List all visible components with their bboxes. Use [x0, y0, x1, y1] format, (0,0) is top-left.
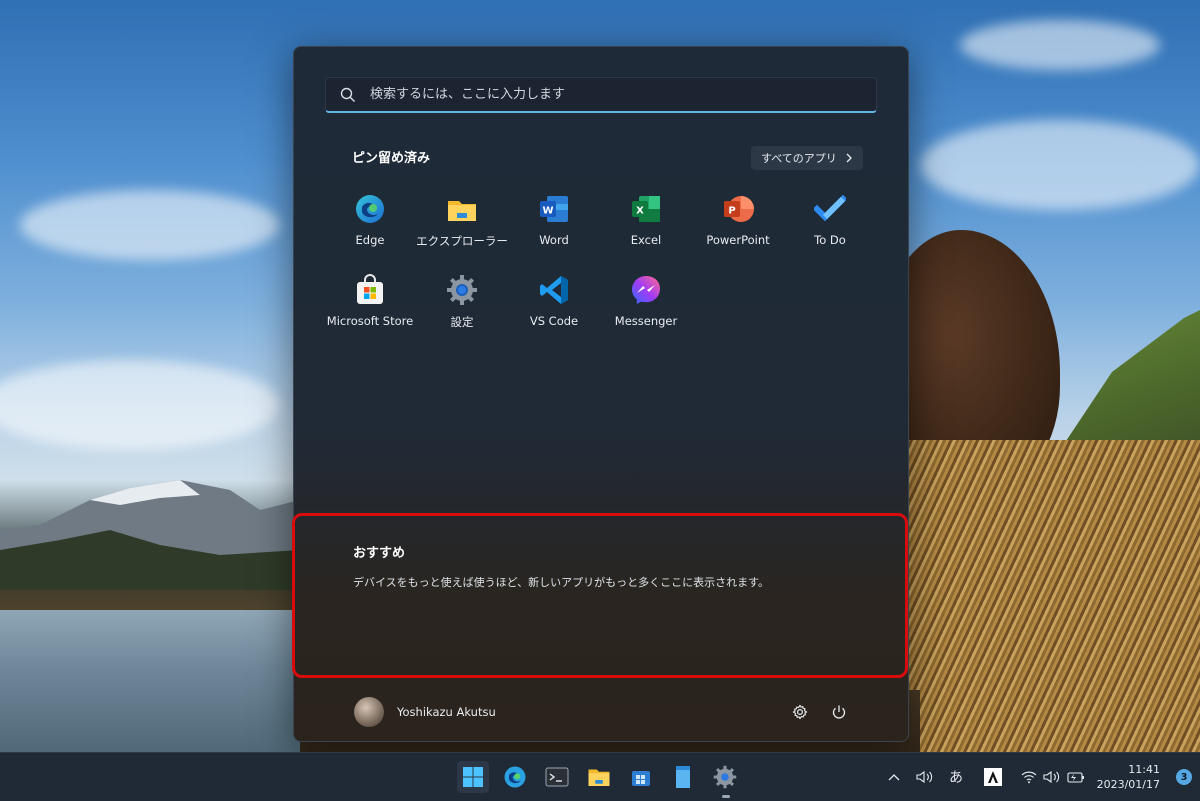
start-menu-footer: Yoshikazu Akutsu	[294, 687, 908, 741]
edge-icon	[504, 766, 526, 788]
svg-text:W: W	[542, 206, 553, 217]
lake	[0, 610, 300, 760]
terminal-icon	[545, 767, 569, 787]
tray-speaker[interactable]	[1043, 753, 1061, 801]
app-label: Word	[539, 233, 569, 247]
app-label: Messenger	[614, 314, 678, 328]
taskbar-notepad[interactable]	[667, 761, 699, 793]
chevron-right-icon	[846, 153, 852, 163]
powerpoint-icon: P	[722, 193, 754, 225]
app-label: Edge	[355, 233, 385, 247]
pinned-app-edge[interactable]: Edge	[324, 187, 416, 257]
svg-text:P: P	[728, 206, 735, 217]
taskbar-store[interactable]	[625, 761, 657, 793]
settings-icon	[446, 274, 478, 306]
word-icon: W	[538, 193, 570, 225]
pinned-app-powerpoint[interactable]: P PowerPoint	[692, 187, 784, 257]
wifi-icon	[1021, 771, 1037, 784]
app-label: To Do	[814, 233, 846, 247]
all-apps-button[interactable]: すべてのアプリ	[751, 146, 863, 170]
mountains	[0, 480, 300, 590]
todo-icon	[814, 193, 846, 225]
tray-network-button[interactable]	[1021, 753, 1037, 801]
settings-icon	[713, 765, 737, 789]
gear-icon	[792, 704, 808, 720]
tray-battery[interactable]	[1066, 753, 1086, 801]
speaker-icon	[916, 770, 933, 784]
pinned-app-file-explorer[interactable]: エクスプローラー	[416, 187, 508, 257]
recommended-empty-text: デバイスをもっと使えば使うほど、新しいアプリがもっと多くここに表示されます。	[353, 576, 770, 589]
recommended-title: おすすめ	[353, 546, 406, 561]
speaker-icon	[1043, 770, 1060, 784]
grass	[900, 440, 1200, 760]
taskbar: あ 11:41 2023/01/17 3	[0, 752, 1200, 801]
user-name[interactable]: Yoshikazu Akutsu	[397, 705, 496, 719]
power-button[interactable]	[828, 701, 850, 723]
pinned-app-todo[interactable]: To Do	[784, 187, 876, 257]
cloud	[920, 120, 1200, 210]
pinned-app-microsoft-store[interactable]: Microsoft Store	[324, 268, 416, 338]
search-box[interactable]	[325, 77, 877, 113]
recommended-section: おすすめ デバイスをもっと使えば使うほど、新しいアプリがもっと多くここに表示され…	[292, 513, 908, 678]
clock-date: 2023/01/17	[1096, 778, 1160, 791]
cloud	[20, 190, 280, 260]
pinned-app-messenger[interactable]: Messenger	[600, 268, 692, 338]
search-icon	[340, 87, 355, 102]
taskbar-clock[interactable]: 11:41 2023/01/17	[1097, 762, 1160, 792]
app-label: PowerPoint	[706, 233, 770, 247]
clock-time: 11:41	[1128, 763, 1160, 776]
pinned-app-word[interactable]: W Word	[508, 187, 600, 257]
power-icon	[832, 705, 846, 719]
search-input[interactable]	[368, 86, 876, 103]
all-apps-label: すべてのアプリ	[761, 152, 837, 165]
taskbar-start-button[interactable]	[457, 761, 489, 793]
vscode-icon	[538, 274, 570, 306]
app-label: Excel	[630, 233, 662, 247]
app-label: Microsoft Store	[326, 314, 414, 328]
cloud	[0, 360, 280, 450]
app-label: VS Code	[529, 314, 579, 328]
file-explorer-icon	[446, 193, 478, 225]
app-label: エクスプローラー	[416, 234, 508, 248]
ime-a-icon	[984, 768, 1002, 786]
app-label: 設定	[450, 315, 474, 329]
store-bag-icon	[632, 771, 650, 786]
taskbar-settings[interactable]	[709, 761, 741, 793]
ime-indicator[interactable]: あ	[949, 753, 963, 801]
notification-badge[interactable]: 3	[1176, 769, 1192, 785]
notepad-icon	[676, 766, 690, 788]
chevron-up-icon	[888, 774, 900, 781]
start-icon	[463, 767, 483, 787]
svg-text:X: X	[636, 206, 644, 217]
avatar[interactable]	[354, 697, 384, 727]
file-explorer-icon	[588, 769, 610, 786]
store-icon	[354, 274, 386, 306]
edge-icon	[354, 193, 386, 225]
tray-volume-button[interactable]	[916, 753, 934, 801]
settings-button[interactable]	[789, 701, 811, 723]
pinned-section-title: ピン留め済み	[352, 151, 431, 166]
ime-mode-button[interactable]	[983, 753, 1003, 801]
messenger-icon	[630, 274, 662, 306]
excel-icon: X	[630, 193, 662, 225]
pinned-app-settings[interactable]: 設定	[416, 268, 508, 338]
pinned-app-excel[interactable]: X Excel	[600, 187, 692, 257]
running-indicator	[722, 795, 730, 798]
pinned-app-vscode[interactable]: VS Code	[508, 268, 600, 338]
taskbar-edge[interactable]	[499, 761, 531, 793]
taskbar-terminal[interactable]	[541, 761, 573, 793]
tray-overflow-button[interactable]	[888, 753, 900, 801]
taskbar-file-explorer[interactable]	[583, 761, 615, 793]
start-menu: ピン留め済み すべてのアプリ Edge	[292, 46, 909, 742]
battery-charging-icon	[1067, 772, 1084, 783]
cloud	[960, 20, 1160, 70]
